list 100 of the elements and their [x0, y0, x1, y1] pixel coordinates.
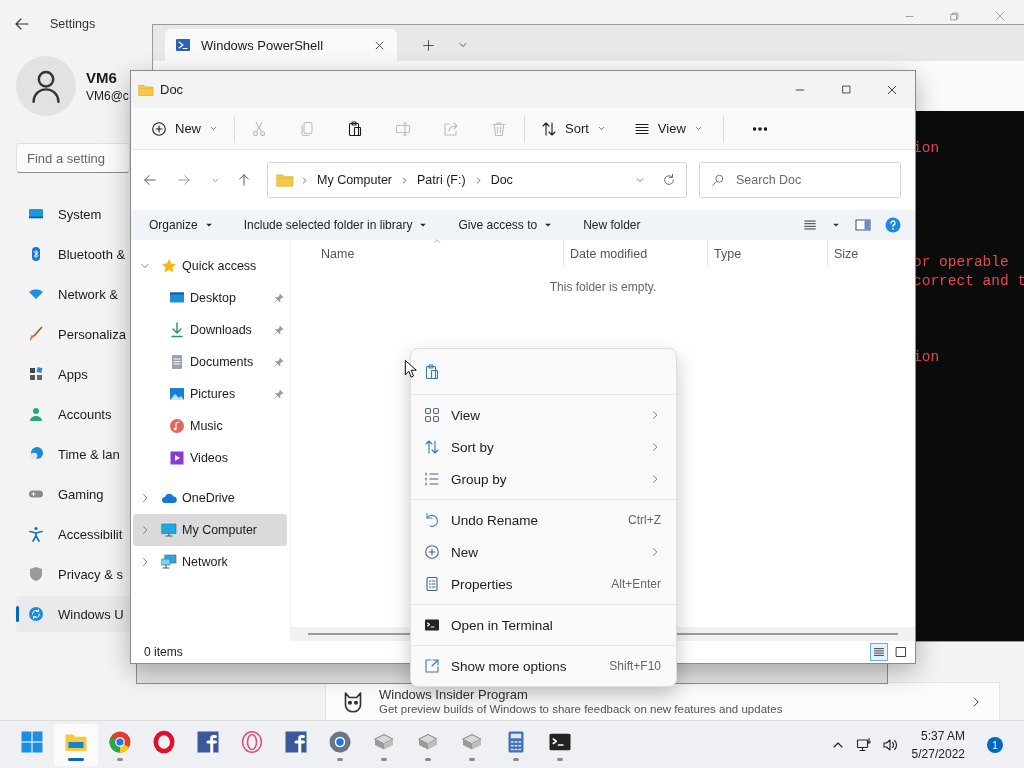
terminal-icon: [424, 617, 440, 633]
nav-item[interactable]: Bluetooth &: [16, 236, 130, 272]
clock-date[interactable]: 5/27/2022: [911, 745, 965, 763]
star-icon: [161, 258, 177, 274]
view-button[interactable]: View: [625, 112, 711, 145]
up-arrow-icon: [237, 173, 251, 187]
menu-item[interactable]: Group by: [415, 463, 672, 495]
notification-badge[interactable]: 1: [987, 737, 1003, 753]
tree-item[interactable]: My Computer: [133, 514, 287, 546]
column-header[interactable]: Type: [707, 240, 827, 268]
search-field[interactable]: Find a setting: [16, 143, 130, 173]
clipboard-icon: [424, 363, 440, 380]
address-bar[interactable]: My Computer Patri (F:) Doc: [267, 162, 687, 198]
menu-item[interactable]: View: [415, 399, 672, 431]
terminal-line: correct and t: [913, 272, 1024, 291]
nav-item[interactable]: Time & lan: [16, 436, 130, 472]
breadcrumb-item[interactable]: My Computer: [315, 173, 395, 187]
restore-icon[interactable]: [949, 10, 960, 22]
clock-time[interactable]: 5:37 AM: [911, 727, 965, 745]
tree-item[interactable]: Videos: [133, 442, 287, 474]
desktop-icon: [169, 290, 185, 306]
toolbar-button[interactable]: Organize: [141, 213, 222, 237]
tree-item[interactable]: Pictures: [133, 378, 287, 410]
chevron-up-icon: [432, 236, 442, 246]
maximize-icon[interactable]: [840, 84, 852, 95]
shield-icon: [28, 566, 44, 582]
tree-item[interactable]: Downloads: [133, 314, 287, 346]
terminal-tab[interactable]: Windows PowerShell: [165, 29, 397, 61]
insider-card[interactable]: Windows Insider Program Get preview builds of Windows to share feedback on new features and updates: [325, 682, 1000, 720]
toolbar-button[interactable]: Give access to: [450, 213, 562, 237]
help-icon[interactable]: [885, 217, 901, 233]
item-count: 0 items: [144, 645, 183, 659]
chevron-right-icon: [400, 175, 410, 185]
nav-item[interactable]: Gaming: [16, 476, 130, 512]
nav-item[interactable]: Network &: [16, 276, 130, 312]
details-view-icon: [873, 646, 885, 658]
video-icon: [169, 450, 185, 466]
tree-item[interactable]: Network: [133, 546, 287, 578]
search-field[interactable]: Search Doc: [699, 162, 901, 198]
update-icon: [28, 606, 44, 622]
nav-item[interactable]: Windows U: [16, 596, 130, 632]
details-view-icon[interactable]: [803, 218, 817, 232]
menu-item[interactable]: Properties Alt+Enter: [415, 568, 672, 600]
chevron-down-icon: [596, 124, 606, 133]
speaker-icon[interactable]: [881, 737, 898, 753]
folder-icon: [276, 171, 294, 189]
network-icon: [161, 554, 177, 570]
toolbar-button[interactable]: Include selected folder in library: [235, 213, 437, 237]
network-icon[interactable]: [855, 737, 872, 753]
empty-message: This folder is empty.: [548, 280, 658, 294]
nav-item[interactable]: Apps: [16, 356, 130, 392]
menu-item[interactable]: Open in Terminal: [415, 609, 672, 641]
close-icon[interactable]: [886, 83, 898, 96]
new-button[interactable]: New: [143, 112, 226, 145]
menu-item[interactable]: Undo Rename Ctrl+Z: [415, 504, 672, 536]
back-arrow-icon: [143, 173, 157, 187]
tree-item[interactable]: Quick access: [133, 250, 287, 282]
nav-item[interactable]: Accessibilit: [16, 516, 130, 552]
breadcrumb-item[interactable]: Doc: [488, 173, 515, 187]
nav-item[interactable]: Privacy & s: [16, 556, 130, 592]
forward-arrow-icon: [177, 173, 191, 187]
wifi-icon: [28, 286, 44, 302]
user-name: VM6: [86, 69, 118, 86]
sort-button[interactable]: Sort: [533, 112, 614, 145]
preview-pane-icon[interactable]: [855, 217, 871, 233]
tree-item[interactable]: OneDrive: [133, 482, 287, 514]
window-title: Settings: [50, 17, 96, 31]
tree-item[interactable]: Music: [133, 410, 287, 442]
menu-item[interactable]: Show more options Shift+F10: [415, 650, 672, 682]
picture-icon: [169, 386, 185, 402]
card-description: Get preview builds of Windows to share feedback on new features and updates: [379, 702, 783, 716]
chevron-right-icon: [300, 175, 309, 185]
refresh-icon[interactable]: [662, 173, 676, 187]
grid-icon: [424, 407, 440, 423]
column-header[interactable]: Size: [827, 240, 859, 268]
toolbar-button[interactable]: New folder: [575, 213, 649, 237]
breadcrumb-item[interactable]: Patri (F:): [415, 173, 468, 187]
tree-item[interactable]: Documents: [133, 346, 287, 378]
download-icon: [169, 322, 185, 338]
globe-icon: [28, 446, 44, 462]
close-icon[interactable]: [374, 39, 385, 51]
start-icon: [20, 729, 44, 754]
large-icons-view-icon: [895, 646, 907, 658]
music-icon: [169, 418, 185, 434]
tree-item[interactable]: Desktop: [133, 282, 287, 314]
brush-icon: [28, 326, 44, 342]
chrome-icon: [108, 729, 132, 754]
tab-title: Windows PowerShell: [201, 37, 324, 53]
plus-icon[interactable]: [421, 38, 435, 52]
column-header[interactable]: Name: [291, 240, 563, 268]
person-icon: [28, 406, 44, 422]
view-toggle[interactable]: [870, 643, 888, 661]
menu-item[interactable]: Sort by: [415, 431, 672, 463]
column-header[interactable]: Date modified: [563, 240, 707, 268]
back-arrow-icon[interactable]: [14, 16, 30, 32]
menu-item[interactable]: New: [415, 536, 672, 568]
nav-item[interactable]: Personaliza: [16, 316, 130, 352]
nav-item[interactable]: Accounts: [16, 396, 130, 432]
nav-item[interactable]: System: [16, 196, 130, 232]
facebook-icon: [284, 729, 308, 754]
